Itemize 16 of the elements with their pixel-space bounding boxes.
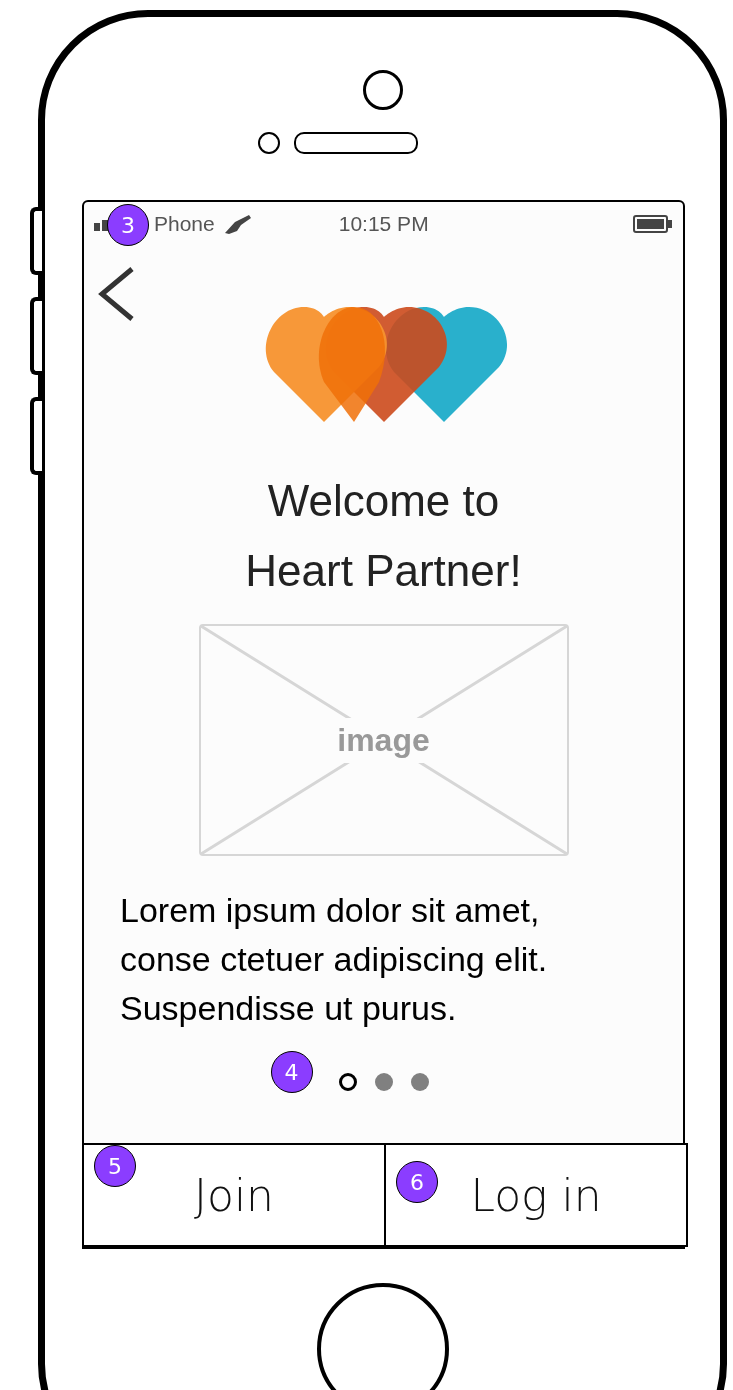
wifi-icon — [222, 213, 253, 235]
page-dot[interactable] — [374, 1073, 393, 1091]
status-time: 10:15 PM — [338, 212, 429, 236]
page-dot[interactable] — [410, 1073, 429, 1091]
body-text: Lorem ipsum dolor sit amet, conse ctetuer adipiscing elit. Suspendisse ut purus. — [120, 890, 549, 1029]
page-dot[interactable] — [338, 1073, 357, 1091]
welcome-title: Heart Partner! — [245, 545, 522, 597]
home-button[interactable] — [316, 1283, 449, 1390]
sensor-icon — [257, 132, 280, 154]
camera-icon — [362, 70, 403, 110]
carrier-name: Phone — [154, 212, 215, 236]
annotation-badge: 3 — [107, 204, 149, 246]
welcome-title: Welcome to — [266, 475, 501, 527]
battery-icon — [633, 214, 673, 234]
annotation-badge: 4 — [270, 1051, 313, 1093]
back-icon[interactable] — [96, 266, 136, 322]
